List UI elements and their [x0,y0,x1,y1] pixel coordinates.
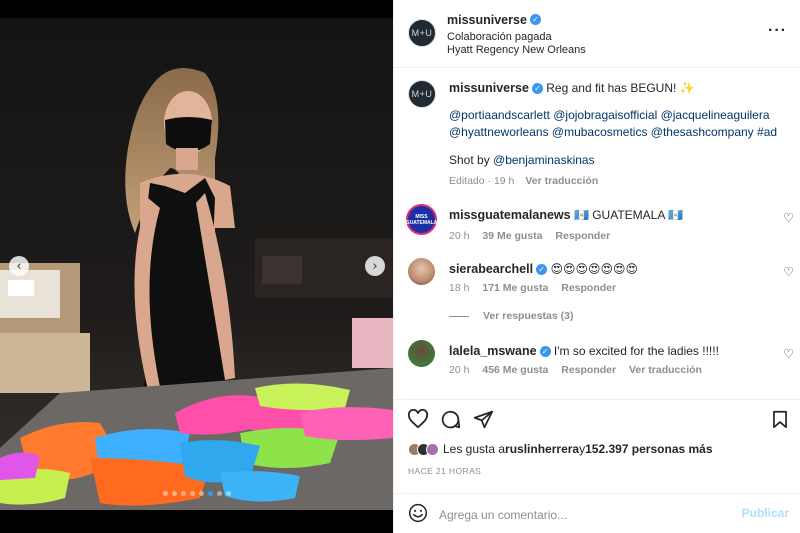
commenter-username[interactable]: lalela_mswane [449,344,537,358]
avatar-text: MISS GUATEMALA [405,213,438,226]
comment-text: I'm so excited for the ladies !!!!! [553,344,719,358]
location-link[interactable]: Hyatt Regency New Orleans [447,44,586,56]
liker-username[interactable]: ruslinherrera [505,442,579,456]
shot-by-line: Shot by @benjaminaskinas [449,153,794,167]
like-comment-heart-icon[interactable]: ♡ [783,347,794,361]
emoji-smiley-icon[interactable] [408,503,428,528]
photo-scene [0,18,393,510]
comment-time[interactable]: 18 h [449,282,469,294]
post-header: M+U missuniverse ✓ Colaboración pagada Hy… [394,0,800,68]
comments-scroll-area[interactable]: M+U missuniverse ✓ Reg and fit has BEGUN!… [394,69,800,399]
avatar-monogram: M+U [411,28,433,38]
caption-mentions-line-2[interactable]: @hyattneworleans @mubacosmetics @thesash… [449,125,794,139]
reply-button[interactable]: Responder [561,282,616,294]
replies-divider [449,315,469,317]
photo-letterbox-bottom [0,510,393,533]
likes-summary: Les gusta a ruslinherrera y 152.397 pers… [408,442,713,456]
commenter-avatar[interactable] [408,258,435,285]
post-photo[interactable]: ‹ › [0,0,393,533]
comment-text: 🇬🇹 GUATEMALA 🇬🇹 [573,208,683,222]
comment-text: 😍😍😍😍😍😍😍 [550,262,639,276]
liker-avatar [426,442,439,456]
add-comment-bar: Publicar [394,493,800,533]
author-avatar[interactable]: M+U [408,19,436,47]
likes-prefix: Les gusta a [443,442,506,456]
photo-letterbox-top [0,0,393,18]
view-replies-toggle[interactable]: Ver respuestas (3) [449,310,573,322]
likes-count[interactable]: 152.397 personas más [585,442,712,456]
comment-likes[interactable]: 171 Me gusta [482,282,548,294]
photographer-mention[interactable]: @benjaminaskinas [493,153,595,167]
comment-time[interactable]: 20 h [449,364,469,376]
post-details-panel: M+U missuniverse ✓ Colaboración pagada Hy… [393,0,800,533]
comment-time[interactable]: 20 h [449,230,469,242]
post-actions: Les gusta a ruslinherrera y 152.397 pers… [394,399,800,533]
carousel-dot [208,491,213,496]
caption-mentions-line-1[interactable]: @portiaandscarlett @jojobragaisofficial … [449,108,794,122]
save-bookmark-icon[interactable] [772,410,788,434]
chevron-left-icon: ‹ [16,258,22,274]
caption-text: Reg and fit has BEGUN! ✨ [546,81,695,95]
like-comment-heart-icon[interactable]: ♡ [783,265,794,279]
comment-likes[interactable]: 39 Me gusta [482,230,542,242]
see-translation-link[interactable]: Ver traducción [629,364,702,376]
instagram-post-view: ‹ › M+U missuniverse ✓ Colaboración pagad… [0,0,800,533]
carousel-indicator [163,491,231,496]
previous-slide-button[interactable]: ‹ [9,256,29,276]
reply-button[interactable]: Responder [561,364,616,376]
comment-meta: 18 h 171 Me gusta Responder [449,282,616,294]
see-translation-link[interactable]: Ver traducción [525,175,598,187]
carousel-dot [181,491,186,496]
photo-illustration [0,18,393,510]
comment-bubble-icon[interactable] [440,409,461,435]
comment-meta: 20 h 456 Me gusta Responder Ver traducci… [449,364,702,376]
comment-input[interactable] [439,505,729,525]
header-info: missuniverse ✓ Colaboración pagada Hyatt … [447,11,586,56]
caption-author-avatar[interactable]: M+U [408,80,436,108]
publish-button[interactable]: Publicar [742,506,789,520]
carousel-dot [172,491,177,496]
commenter-avatar[interactable]: MISS GUATEMALA [406,204,437,235]
comment-meta: 20 h 39 Me gusta Responder [449,230,610,242]
comment-likes[interactable]: 456 Me gusta [482,364,548,376]
carousel-dot [226,491,231,496]
post-timestamp[interactable]: HACE 21 HORAS [408,466,481,476]
verified-badge-icon: ✓ [531,83,543,95]
view-replies-label: Ver respuestas (3) [483,310,574,322]
like-heart-icon[interactable] [407,408,429,434]
likers-avatars[interactable] [408,442,439,456]
chevron-right-icon: › [372,258,378,274]
commenter-username[interactable]: missguatemalanews [449,208,571,222]
shot-by-prefix: Shot by [449,153,494,167]
caption: missuniverse ✓ Reg and fit has BEGUN! ✨ @… [449,81,794,187]
avatar-monogram: M+U [411,89,433,99]
author-username[interactable]: missuniverse [447,13,527,27]
paid-partnership-label[interactable]: Colaboración pagada [447,31,586,43]
commenter-username[interactable]: sierabearchell [449,262,533,276]
next-slide-button[interactable]: › [365,256,385,276]
like-comment-heart-icon[interactable]: ♡ [783,211,794,225]
verified-badge-icon: ✓ [536,264,548,276]
caption-username[interactable]: missuniverse [449,81,529,95]
carousel-dot [199,491,204,496]
reply-button[interactable]: Responder [555,230,610,242]
verified-badge-icon: ✓ [529,14,541,26]
more-options-icon[interactable]: ··· [768,22,787,40]
carousel-dot [163,491,168,496]
carousel-dot [190,491,195,496]
share-send-icon[interactable] [473,409,494,435]
carousel-dot [217,491,222,496]
verified-badge-icon: ✓ [539,346,551,358]
edited-timestamp[interactable]: Editado · 19 h [449,175,514,187]
caption-meta: Editado · 19 h Ver traducción [449,175,794,187]
commenter-avatar[interactable] [408,340,435,367]
